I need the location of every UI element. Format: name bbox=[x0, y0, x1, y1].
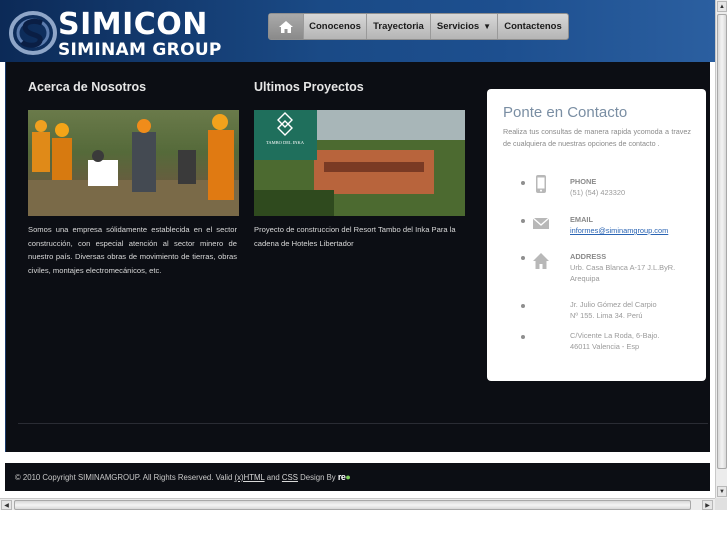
scroll-left-button[interactable]: ◀ bbox=[1, 500, 12, 510]
footer: © 2010 Copyright SIMINAMGROUP. All Right… bbox=[5, 463, 710, 491]
email-link[interactable]: informes@siminamgroup.com bbox=[570, 226, 668, 235]
contact-email-label: EMAIL bbox=[570, 215, 593, 224]
logo-mark-icon bbox=[9, 11, 57, 55]
chevron-down-icon: ▼ bbox=[483, 22, 492, 31]
scroll-up-button[interactable]: ▲ bbox=[717, 1, 727, 12]
logo-title[interactable]: SIMICON bbox=[58, 9, 208, 41]
project-text: Proyecto de construccion del Resort Tamb… bbox=[254, 225, 456, 248]
footer-copyright: © 2010 Copyright SIMINAMGROUP. All Right… bbox=[15, 473, 233, 482]
nav-item-label: Conocenos bbox=[309, 21, 361, 32]
scroll-right-button[interactable]: ▶ bbox=[702, 500, 713, 510]
main-nav: Conocenos Trayectoria Servicios ▼ Contact… bbox=[268, 13, 569, 40]
contact-address3-line2: 46011 Valencia - Esp bbox=[570, 342, 640, 351]
xhtml-link[interactable]: (x)HTML bbox=[235, 473, 265, 482]
contact-address2-line1: Jr. Julio Gómez del Carpio bbox=[570, 300, 657, 309]
contact-address-line2: Arequipa bbox=[570, 274, 600, 283]
footer-text: © 2010 Copyright SIMINAMGROUP. All Right… bbox=[15, 472, 351, 482]
css-link[interactable]: CSS bbox=[282, 473, 298, 482]
horizontal-scroll-thumb[interactable] bbox=[14, 500, 691, 510]
contact-phone-label: PHONE bbox=[570, 177, 597, 186]
contact-email-value: informes@siminamgroup.com bbox=[570, 225, 695, 236]
home-icon bbox=[533, 253, 549, 269]
vertical-scroll-thumb[interactable] bbox=[717, 14, 727, 469]
page: SIMICON SIMINAM GROUP Conocenos Trayecto… bbox=[0, 0, 727, 545]
contact-intro: Realiza tus consultas de manera rapida y… bbox=[503, 127, 691, 148]
project-photo: TAMBO DEL INKA bbox=[254, 110, 465, 216]
contact-address3-line1: C/Vicente La Roda, 6-Bajo. bbox=[570, 331, 660, 340]
contact-phone-value: (51) (54) 423320 bbox=[570, 188, 626, 197]
contact-address-line1: Urb. Casa Blanca A-17 J.L.ByR. bbox=[570, 263, 676, 272]
nav-item-trayectoria[interactable]: Trayectoria bbox=[367, 14, 431, 39]
workers-image bbox=[28, 114, 239, 216]
vertical-scrollbar[interactable]: ▲ ▼ bbox=[715, 0, 727, 498]
header: SIMICON SIMINAM GROUP Conocenos Trayecto… bbox=[0, 0, 715, 62]
designer-logo-icon: ● bbox=[345, 472, 351, 482]
projects-title: Ultimos Proyectos bbox=[254, 80, 364, 94]
mail-icon bbox=[533, 217, 549, 229]
divider bbox=[18, 423, 708, 424]
main-content: Acerca de Nosotros Ultimos Proyectos TAM… bbox=[5, 62, 710, 452]
phone-icon bbox=[536, 175, 546, 193]
about-text: Somos una empresa sólidamente establecid… bbox=[28, 225, 237, 275]
scrollbar-corner bbox=[715, 498, 727, 510]
footer-and: and bbox=[266, 473, 280, 482]
resort-image: TAMBO DEL INKA bbox=[254, 110, 465, 216]
nav-item-label: Servicios bbox=[436, 21, 480, 32]
project-sign-text: TAMBO DEL INKA bbox=[266, 140, 305, 145]
nav-item-contactenos[interactable]: Contactenos bbox=[498, 14, 568, 39]
home-icon bbox=[279, 20, 293, 33]
nav-home-button[interactable] bbox=[269, 14, 304, 39]
nav-item-label: Trayectoria bbox=[373, 21, 424, 32]
list-bullet bbox=[521, 256, 525, 260]
horizontal-scrollbar[interactable]: ◀ ▶ bbox=[0, 498, 715, 510]
contact-address2-line2: Nº 155. Lima 34. Perú bbox=[570, 311, 643, 320]
list-bullet bbox=[521, 304, 525, 308]
list-bullet bbox=[521, 335, 525, 339]
scroll-down-button[interactable]: ▼ bbox=[717, 486, 727, 497]
footer-design-by: Design By bbox=[300, 473, 336, 482]
list-bullet bbox=[521, 181, 525, 185]
about-photo bbox=[28, 110, 239, 216]
contact-address-label: ADDRESS bbox=[570, 252, 607, 261]
contact-title: Ponte en Contacto bbox=[503, 104, 628, 121]
nav-item-label: Contactenos bbox=[504, 21, 562, 32]
contact-box: Ponte en Contacto Realiza tus consultas … bbox=[487, 89, 706, 381]
list-bullet bbox=[521, 219, 525, 223]
logo-subtitle[interactable]: SIMINAM GROUP bbox=[58, 40, 222, 60]
about-title: Acerca de Nosotros bbox=[28, 80, 147, 94]
nav-item-servicios[interactable]: Servicios ▼ bbox=[431, 14, 498, 39]
nav-item-conocenos[interactable]: Conocenos bbox=[304, 14, 367, 39]
